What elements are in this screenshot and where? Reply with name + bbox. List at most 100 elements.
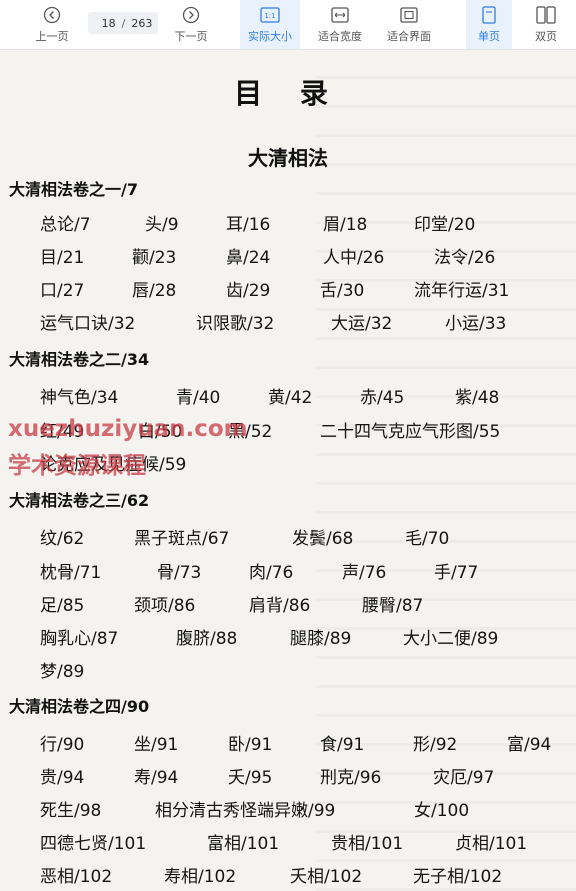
toc-entry: 富相/101	[207, 834, 280, 854]
toc-entry: 流年行运/31	[414, 281, 510, 301]
toc-entry: 梦/89	[40, 662, 85, 682]
double-page-button[interactable]: 双页	[522, 0, 570, 49]
toc-entry: 贵相/101	[331, 834, 404, 854]
toc-entry: 唇/28	[132, 281, 177, 301]
toc-entry: 腿膝/89	[290, 629, 352, 649]
toc-entry: 运气口诀/32	[40, 314, 136, 334]
toc-entry: 纹/62	[40, 529, 85, 549]
toc-entry: 颧/23	[132, 248, 177, 268]
toc-entry: 声/76	[342, 563, 387, 583]
section-heading: 大清相法卷之四/90	[9, 697, 150, 716]
toc-entry: 大小二便/89	[403, 629, 499, 649]
single-page-label: 单页	[478, 30, 500, 43]
watermark-text: 学术资源课程	[8, 453, 146, 479]
toc-entry: 识限歌/32	[196, 314, 275, 334]
toc-entry: 黑子斑点/67	[134, 529, 230, 549]
next-page-button[interactable]: 下一页	[160, 0, 222, 49]
toc-entry: 发鬓/68	[292, 529, 354, 549]
toc-entry: 富/94	[507, 735, 552, 755]
actual-size-icon: 1:1	[260, 5, 280, 25]
toc-entry: 女/100	[414, 801, 470, 821]
toc-entry: 口/27	[40, 281, 85, 301]
toc-entry: 无子相/102	[413, 867, 503, 887]
actual-size-icon-text: 1:1	[264, 12, 275, 20]
toc-entry: 人中/26	[323, 248, 385, 268]
toc-entry: 四德七贤/101	[40, 834, 147, 854]
toc-entry: 大运/32	[331, 314, 393, 334]
watermark-url: xuezhuziyuan.com	[8, 416, 248, 442]
toc-entry: 目/21	[40, 248, 85, 268]
chevron-right-icon	[182, 5, 200, 25]
toc-entry: 骨/73	[157, 563, 202, 583]
fit-width-button[interactable]: 适合宽度	[310, 0, 370, 49]
fit-page-button[interactable]: 适合界面	[378, 0, 440, 49]
actual-size-button[interactable]: 1:1 实际大小	[240, 0, 300, 49]
section-heading: 大清相法卷之二/34	[9, 350, 150, 369]
toc-entry: 青/40	[176, 388, 221, 408]
toc-entry: 贵/94	[40, 768, 85, 788]
toc-entry: 舌/30	[320, 281, 365, 301]
prev-page-button[interactable]: 上一页	[22, 0, 82, 49]
toc-entry: 食/91	[320, 735, 365, 755]
toc-entry: 卧/91	[228, 735, 273, 755]
fit-width-icon	[331, 5, 349, 25]
reader-toolbar: 上一页 / 263 下一页 1:1 实际大小 适合宽度 适合界面 单页	[0, 0, 576, 50]
toc-entry: 坐/91	[134, 735, 179, 755]
double-page-icon	[536, 5, 556, 25]
toc-entry: 行/90	[40, 735, 85, 755]
actual-size-label: 实际大小	[248, 30, 292, 43]
fit-page-icon	[400, 5, 418, 25]
toc-entry: 紫/48	[455, 388, 500, 408]
toc-entry: 头/9	[145, 215, 179, 235]
section-heading: 大清相法卷之一/7	[9, 180, 138, 199]
single-page-button[interactable]: 单页	[466, 0, 512, 49]
toc-entry: 相分清古秀怪端异嫩/99	[155, 801, 336, 821]
section-heading: 大清相法卷之三/62	[9, 491, 150, 510]
double-page-label: 双页	[535, 30, 557, 43]
toc-entry: 寿/94	[134, 768, 179, 788]
toc-entry: 神气色/34	[40, 388, 119, 408]
document-page: 目 录 大清相法 大清相法卷之一/7 总论/7 头/9 耳/16 眉/18 印堂…	[0, 50, 576, 891]
toc-entry: 恶相/102	[40, 867, 113, 887]
toc-entry: 夭相/102	[290, 867, 363, 887]
toc-entry: 形/92	[413, 735, 458, 755]
toc-entry: 肩背/86	[249, 596, 311, 616]
toc-entry: 寿相/102	[164, 867, 237, 887]
chevron-left-icon	[43, 5, 61, 25]
toc-entry: 耳/16	[226, 215, 271, 235]
toc-entry: 总论/7	[40, 215, 91, 235]
current-page-input[interactable]	[93, 16, 116, 30]
toc-entry: 刑克/96	[320, 768, 382, 788]
book-title: 大清相法	[248, 146, 328, 170]
total-pages: 263	[131, 16, 153, 30]
fit-width-label: 适合宽度	[318, 30, 362, 43]
toc-entry: 贞相/101	[455, 834, 528, 854]
toc-entry: 齿/29	[226, 281, 271, 301]
toc-entry: 颈项/86	[134, 596, 196, 616]
toc-entry: 足/85	[40, 596, 85, 616]
next-page-label: 下一页	[174, 30, 208, 43]
toc-entry: 夭/95	[228, 768, 273, 788]
toc-entry: 二十四气克应气形图/55	[320, 422, 501, 442]
single-page-icon	[481, 5, 497, 25]
toc-entry: 眉/18	[323, 215, 368, 235]
toc-entry: 胸乳心/87	[40, 629, 119, 649]
toc-entry: 枕骨/71	[40, 563, 102, 583]
toc-entry: 手/77	[434, 563, 479, 583]
toc-entry: 腹脐/88	[176, 629, 238, 649]
prev-page-label: 上一页	[35, 30, 69, 43]
toc-entry: 毛/70	[405, 529, 450, 549]
toc-entry: 黄/42	[268, 388, 313, 408]
toc-entry: 小运/33	[445, 314, 507, 334]
fit-page-label: 适合界面	[387, 30, 431, 43]
page-indicator: / 263	[88, 12, 158, 34]
toc-entry: 灾厄/97	[433, 768, 495, 788]
toc-entry: 法令/26	[434, 248, 496, 268]
toc-entry: 赤/45	[360, 388, 405, 408]
page-separator: /	[121, 16, 126, 30]
toc-entry: 鼻/24	[226, 248, 271, 268]
toc-entry: 死生/98	[40, 801, 102, 821]
toc-entry: 腰臀/87	[362, 596, 424, 616]
toc-entry: 肉/76	[249, 563, 294, 583]
page-title: 目 录	[234, 77, 342, 110]
